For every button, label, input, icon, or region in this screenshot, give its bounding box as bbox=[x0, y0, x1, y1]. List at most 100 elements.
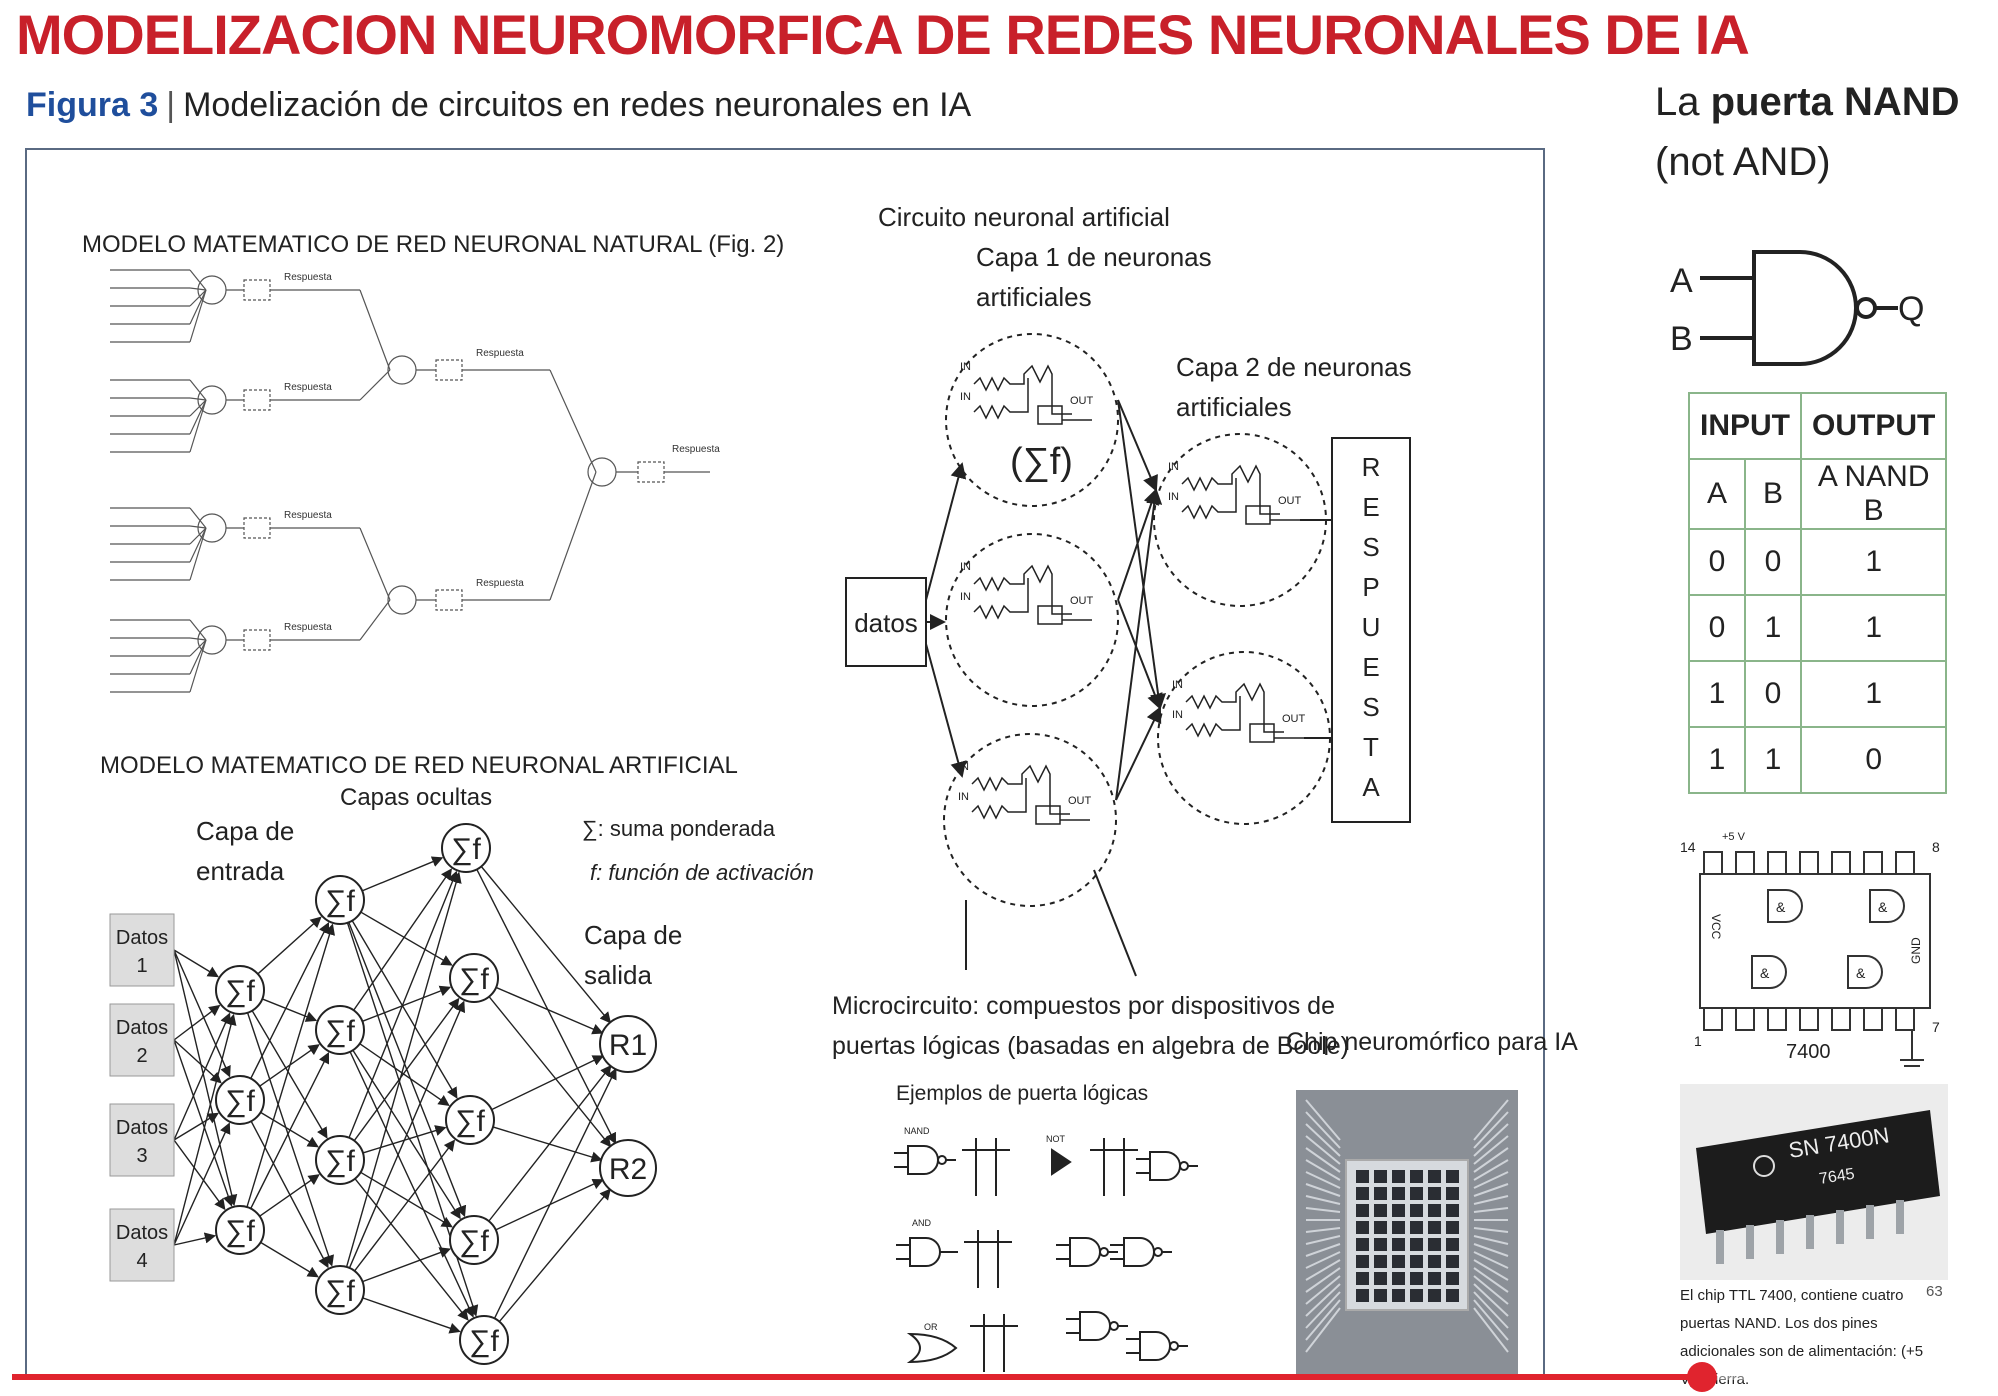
circuit-transistor bbox=[1037, 605, 1063, 625]
chip-core bbox=[1410, 1255, 1423, 1268]
natural-activation-box bbox=[435, 359, 463, 381]
natural-response-label: Respuesta bbox=[284, 382, 332, 393]
circuit-neuron bbox=[945, 533, 1119, 707]
ic-pin-label: 7 bbox=[1932, 1019, 1940, 1035]
ann-connection bbox=[173, 1232, 217, 1246]
ann-input-label: Datos bbox=[116, 1017, 168, 1039]
ic-pin-bottom bbox=[1895, 1007, 1915, 1031]
ic-gate-symbol: & bbox=[1878, 899, 1888, 915]
chip-core bbox=[1356, 1289, 1369, 1302]
chip-core bbox=[1428, 1221, 1441, 1234]
circuit-transistor bbox=[1249, 723, 1275, 743]
ann-connection bbox=[488, 996, 612, 1148]
circuit-transistor bbox=[1035, 805, 1061, 825]
truth-row: 101 bbox=[1688, 660, 1948, 728]
gate-symbol bbox=[907, 1145, 939, 1175]
ann-connection bbox=[498, 1188, 611, 1323]
natural-input-line bbox=[189, 399, 207, 435]
truth-subheader-row: A B A NAND B bbox=[1688, 458, 1948, 530]
circuit-transistor bbox=[1245, 505, 1271, 525]
chip-core bbox=[1428, 1289, 1441, 1302]
circuit-resistor bbox=[1181, 464, 1280, 515]
ic-pin-bottom bbox=[1767, 1007, 1787, 1031]
ic-pin-top bbox=[1799, 851, 1819, 875]
chip-core bbox=[1392, 1289, 1405, 1302]
ann-connection bbox=[491, 1055, 605, 1111]
natural-sum-node bbox=[587, 457, 617, 487]
ic-pin-label: 14 bbox=[1680, 839, 1696, 855]
ic-vcc-value: +5 V bbox=[1722, 831, 1746, 843]
ic-description-3: adicionales son de alimentación: (+5 bbox=[1680, 1343, 1923, 1360]
circuit-response-letter: U bbox=[1362, 612, 1381, 642]
ann-node-label: ∑f bbox=[455, 1105, 485, 1138]
video-progress-knob[interactable] bbox=[1686, 1362, 1717, 1392]
ann-input-number: 4 bbox=[136, 1250, 147, 1272]
ann-node-label: ∑f bbox=[225, 1215, 255, 1248]
gate-symbol bbox=[1079, 1311, 1111, 1341]
video-progress-fill bbox=[12, 1374, 1702, 1380]
circuit-response-letter: S bbox=[1362, 532, 1379, 562]
gate-bubble bbox=[1099, 1247, 1109, 1257]
ann-connection bbox=[348, 1000, 466, 1269]
ic-gate-symbol: & bbox=[1856, 965, 1866, 981]
natural-activation-box bbox=[637, 461, 665, 483]
chip-core bbox=[1428, 1187, 1441, 1200]
ic-pin-top bbox=[1767, 851, 1787, 875]
chip-core bbox=[1428, 1170, 1441, 1183]
chip-core bbox=[1356, 1221, 1369, 1234]
circuit-link bbox=[1117, 488, 1159, 601]
ann-node-label: ∑f bbox=[225, 1085, 255, 1118]
chip-core bbox=[1392, 1221, 1405, 1234]
natural-link bbox=[359, 527, 391, 601]
gate-not-symbol bbox=[1051, 1148, 1072, 1176]
ann-connection bbox=[488, 1064, 612, 1222]
ann-connection bbox=[349, 1051, 474, 1318]
circuit-out-label: OUT bbox=[1070, 395, 1094, 407]
truth-cell: 0 bbox=[1744, 528, 1802, 596]
ann-input-label: Datos bbox=[116, 927, 168, 949]
ic-pin-top bbox=[1895, 851, 1915, 875]
output-layer-label-1: Capa de bbox=[584, 920, 682, 950]
circuit-layer1-label-2: artificiales bbox=[976, 282, 1092, 312]
natural-activation-box bbox=[243, 279, 271, 301]
circuit-in-label: IN bbox=[960, 391, 971, 403]
gate-bubble bbox=[1109, 1321, 1119, 1331]
chip-core bbox=[1392, 1238, 1405, 1251]
chip-core bbox=[1356, 1255, 1369, 1268]
truth-cell: 1 bbox=[1688, 660, 1746, 728]
natural-input-line bbox=[189, 639, 207, 675]
gate-symbol bbox=[1139, 1331, 1171, 1361]
ic-body bbox=[1699, 873, 1931, 1009]
natural-model-title: MODELO MATEMATICO DE RED NEURONAL NATURA… bbox=[82, 231, 784, 258]
chip-photo-pin bbox=[1896, 1200, 1904, 1234]
input-layer-label-2: entrada bbox=[196, 856, 285, 886]
circuit-response-letter: T bbox=[1363, 732, 1379, 762]
truth-cell: 0 bbox=[1688, 528, 1746, 596]
gate-symbol bbox=[1069, 1237, 1101, 1267]
truth-header-output: OUTPUT bbox=[1799, 392, 1948, 460]
gate-label-nand: NAND bbox=[904, 1126, 930, 1136]
natural-response-label: Respuesta bbox=[284, 622, 332, 633]
artificial-network-diagram: Datos 1 Datos 2 Datos 3 Datos 4 ∑f ∑f ∑f ∑f ∑f ∑f ∑f ∑f… bbox=[109, 823, 657, 1365]
ann-connection bbox=[260, 1111, 319, 1148]
chip-core bbox=[1410, 1272, 1423, 1285]
circuit-layer2-label-1: Capa 2 de neuronas bbox=[1176, 352, 1412, 382]
chip-photo-pin bbox=[1746, 1225, 1754, 1259]
chip-core bbox=[1446, 1187, 1459, 1200]
hidden-layers-label: Capas ocultas bbox=[340, 784, 492, 811]
ann-node-label: ∑f bbox=[325, 1145, 355, 1178]
circuit-out-label: OUT bbox=[1282, 713, 1306, 725]
ic-pin-label: 1 bbox=[1694, 1033, 1702, 1049]
ic-pin-top bbox=[1735, 851, 1755, 875]
gate-bubble bbox=[1179, 1161, 1189, 1171]
gate-label-and: AND bbox=[912, 1218, 932, 1228]
truth-cell: 0 bbox=[1688, 594, 1746, 662]
ann-connection bbox=[250, 1120, 329, 1269]
chip-core bbox=[1392, 1204, 1405, 1217]
nand-title-bold: puerta NAND bbox=[1710, 80, 1960, 124]
ann-input-number: 1 bbox=[136, 955, 147, 977]
circuit-in-label: IN bbox=[958, 791, 969, 803]
ic-pin-top bbox=[1703, 851, 1723, 875]
natural-sum-node bbox=[387, 585, 417, 615]
sum-legend: ∑: suma ponderada bbox=[582, 816, 776, 841]
